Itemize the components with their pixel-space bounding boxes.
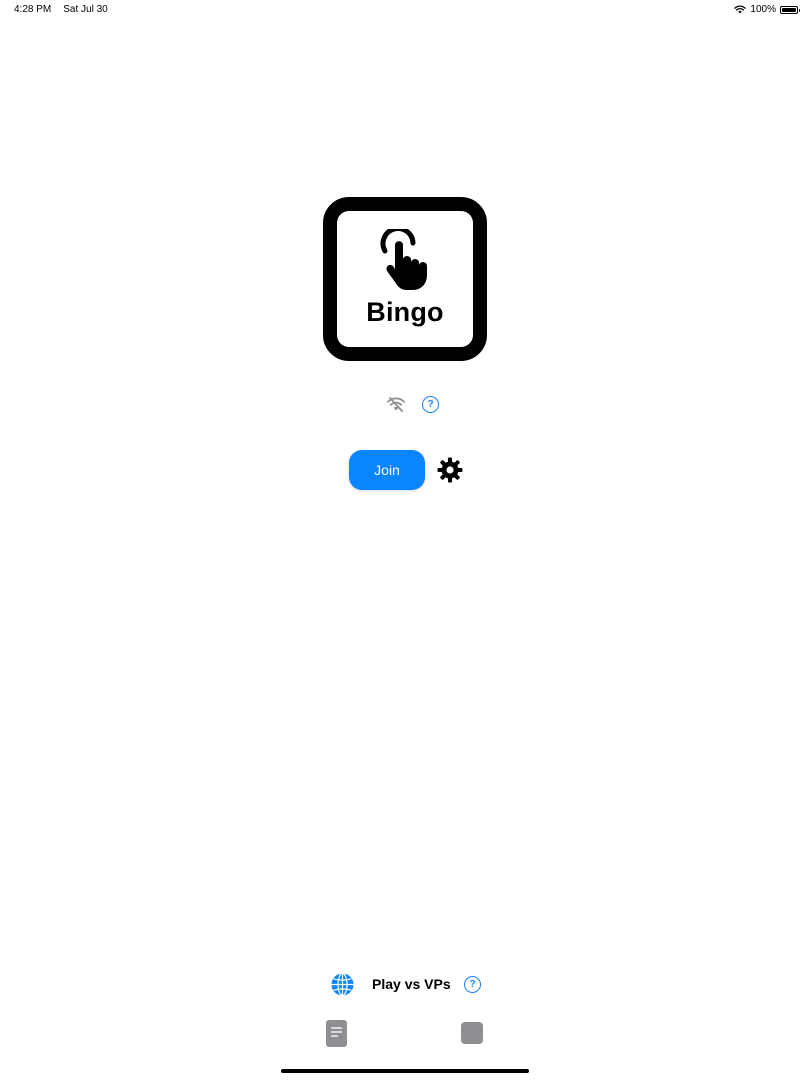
status-date: Sat Jul 30 — [63, 4, 108, 15]
battery-fill — [782, 7, 796, 12]
join-button[interactable]: Join — [349, 450, 425, 490]
globe-icon[interactable] — [330, 972, 355, 997]
document-icon[interactable] — [326, 1020, 347, 1047]
status-bar: 4:28 PM Sat Jul 30 100% — [0, 0, 810, 22]
gear-icon[interactable] — [437, 457, 463, 483]
status-time: 4:28 PM — [14, 4, 52, 15]
square-icon[interactable] — [461, 1022, 483, 1044]
wifi-icon — [734, 5, 747, 14]
battery-percent: 100% — [750, 4, 776, 15]
app-logo: Bingo — [323, 197, 487, 361]
hand-tap-icon — [380, 229, 427, 290]
doc-line — [331, 1035, 338, 1037]
home-indicator[interactable] — [281, 1069, 529, 1073]
play-vs-vps-label[interactable]: Play vs VPs — [372, 976, 451, 992]
wifi-off-icon — [387, 397, 405, 412]
doc-line — [331, 1031, 342, 1033]
battery-icon — [780, 5, 800, 14]
logo-title: Bingo — [366, 297, 444, 327]
status-left: 4:28 PM Sat Jul 30 — [14, 4, 108, 15]
play-vps-help-icon[interactable]: ? — [464, 976, 481, 993]
connection-help-icon[interactable]: ? — [422, 396, 439, 413]
status-right: 100% — [734, 4, 800, 15]
doc-line — [331, 1027, 342, 1029]
